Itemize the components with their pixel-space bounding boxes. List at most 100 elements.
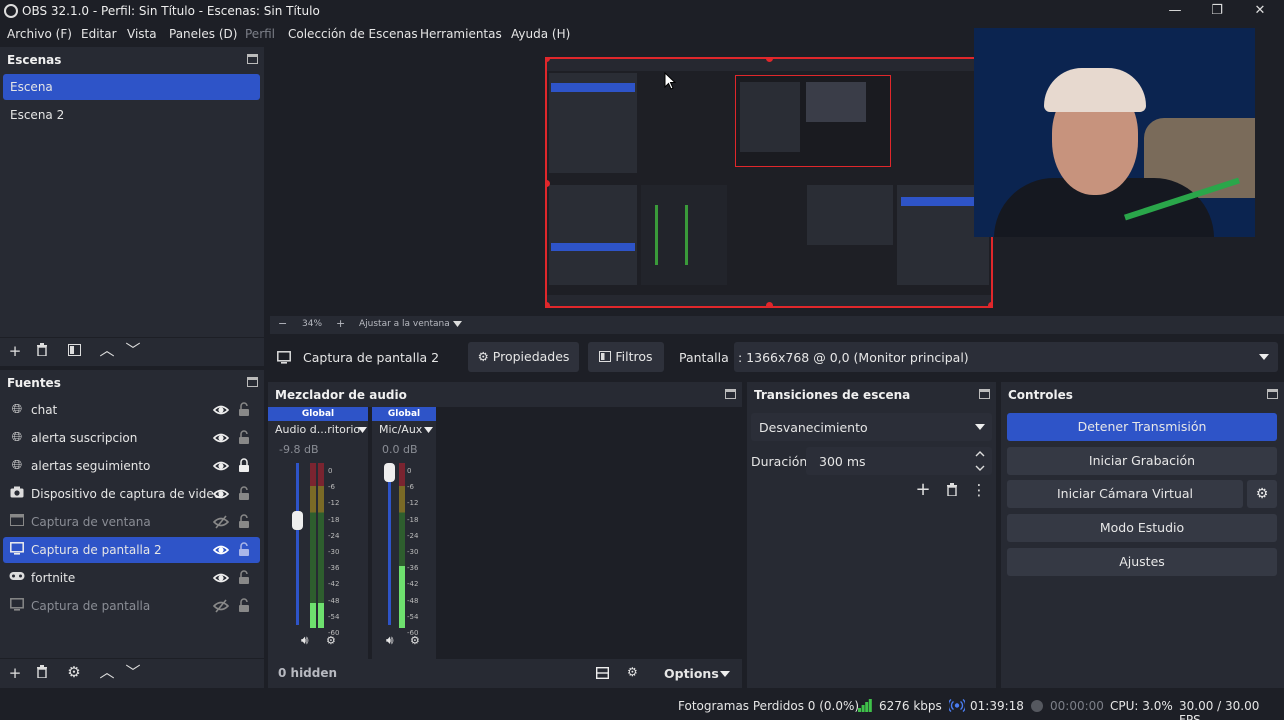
chevron-down-icon[interactable]: [975, 465, 985, 471]
eye-hidden-icon[interactable]: [213, 599, 229, 613]
float-dock-icon[interactable]: [979, 389, 990, 399]
mixer-settings-icon[interactable]: ⚙: [326, 634, 336, 647]
chevron-down-icon[interactable]: [453, 321, 462, 327]
properties-button[interactable]: ⚙ Propiedades: [468, 342, 579, 372]
locked-icon[interactable]: [238, 458, 250, 473]
source-row-alerta-suscripcion[interactable]: 🌐︎ alerta suscripcion: [3, 425, 260, 451]
unlocked-icon[interactable]: [238, 514, 250, 529]
unlocked-icon[interactable]: [238, 486, 250, 501]
menu-paneles[interactable]: Paneles (D): [169, 27, 237, 41]
chevron-down-icon[interactable]: [358, 427, 367, 433]
minimize-button[interactable]: —: [1160, 2, 1190, 20]
float-dock-icon[interactable]: [725, 389, 736, 399]
maximize-button[interactable]: ❐: [1202, 2, 1232, 20]
webcam-feed[interactable]: [974, 28, 1255, 237]
advanced-audio-gear-icon[interactable]: ⚙: [627, 665, 638, 679]
eye-icon[interactable]: [213, 459, 229, 473]
settings-button[interactable]: Ajustes: [1007, 548, 1277, 576]
remove-transition-icon[interactable]: [942, 483, 962, 499]
remove-scene-icon[interactable]: [32, 343, 52, 359]
fit-to-window-dropdown[interactable]: Ajustar a la ventana: [359, 319, 450, 329]
move-scene-down-icon[interactable]: ﹀: [123, 342, 143, 358]
duration-spinbox[interactable]: 300 ms: [806, 447, 992, 475]
unlocked-icon[interactable]: [238, 402, 250, 417]
source-row-captura-pantalla-2[interactable]: Captura de pantalla 2: [3, 537, 260, 563]
filters-button[interactable]: Filtros: [588, 342, 664, 372]
speaker-icon[interactable]: 🔊︎: [301, 633, 309, 648]
channel-name[interactable]: Mic/Aux: [379, 423, 422, 436]
unlocked-icon[interactable]: [238, 542, 250, 557]
transition-more-icon[interactable]: ⋮: [969, 482, 989, 498]
display-select[interactable]: : 1366x768 @ 0,0 (Monitor principal): [734, 342, 1278, 372]
source-row-dispositivo-captura-video[interactable]: Dispositivo de captura de video: [3, 481, 260, 507]
start-recording-button[interactable]: Iniciar Grabación: [1007, 447, 1277, 475]
preview-screen-capture[interactable]: [545, 57, 993, 308]
transition-select[interactable]: Desvanecimiento: [751, 413, 992, 441]
layout-toggle-icon[interactable]: [596, 667, 609, 679]
db-scale: 0 -6 -12 -18 -24 -30 -36 -42 -48 -54 -60: [328, 467, 340, 638]
remove-source-icon[interactable]: [32, 665, 52, 681]
unlocked-icon[interactable]: [238, 598, 250, 613]
virtual-camera-settings-gear-icon[interactable]: ⚙: [1247, 480, 1277, 508]
volume-slider-track[interactable]: [388, 463, 391, 625]
unlocked-icon[interactable]: [238, 430, 250, 445]
channel-name[interactable]: Audio d...ritorio: [275, 423, 360, 436]
chevron-up-icon[interactable]: [975, 451, 985, 457]
global-tag: Global: [268, 407, 368, 421]
float-dock-icon[interactable]: [247, 377, 258, 387]
menu-editar[interactable]: Editar: [81, 27, 117, 41]
eye-icon[interactable]: [213, 543, 229, 557]
scene-item-escena[interactable]: Escena: [3, 74, 260, 100]
move-source-up-icon[interactable]: ︿: [97, 664, 117, 680]
add-scene-icon[interactable]: +: [5, 343, 25, 359]
resize-handle[interactable]: [766, 302, 773, 306]
chevron-down-icon[interactable]: [424, 427, 433, 433]
eye-icon[interactable]: [213, 571, 229, 585]
zoom-in-button[interactable]: +: [336, 317, 345, 330]
recording-indicator-icon: [1031, 700, 1043, 712]
speaker-icon[interactable]: 🔊︎: [386, 633, 394, 648]
menu-coleccion-escenas[interactable]: Colección de Escenas: [288, 27, 418, 41]
stop-streaming-button[interactable]: Detener Transmisión: [1007, 413, 1277, 441]
scene-item-escena-2[interactable]: Escena 2: [3, 102, 260, 128]
source-row-fortnite[interactable]: fortnite: [3, 565, 260, 591]
menu-ayuda[interactable]: Ayuda (H): [511, 27, 570, 41]
add-transition-icon[interactable]: +: [913, 481, 933, 499]
scene-filters-icon[interactable]: [64, 343, 84, 359]
menu-perfil[interactable]: Perfil: [245, 27, 275, 41]
source-properties-gear-icon[interactable]: ⚙: [64, 664, 84, 680]
title-bar: OBS 32.1.0 - Perfil: Sin Título - Escena…: [0, 0, 1284, 22]
float-dock-icon[interactable]: [1267, 389, 1278, 399]
source-label: alerta suscripcion: [31, 431, 138, 445]
add-source-icon[interactable]: +: [5, 665, 25, 681]
source-row-captura-ventana[interactable]: Captura de ventana: [3, 509, 260, 535]
source-row-captura-pantalla[interactable]: Captura de pantalla: [3, 593, 260, 619]
mixer-settings-icon[interactable]: ⚙: [410, 634, 420, 647]
volume-slider-handle[interactable]: [292, 511, 303, 530]
menu-herramientas[interactable]: Herramientas: [420, 27, 502, 41]
source-row-alertas-seguimiento[interactable]: 🌐︎ alertas seguimiento: [3, 453, 260, 479]
eye-icon[interactable]: [213, 403, 229, 417]
eye-icon[interactable]: [213, 431, 229, 445]
menu-vista[interactable]: Vista: [127, 27, 157, 41]
close-button[interactable]: ✕: [1245, 2, 1275, 20]
volume-slider-track[interactable]: [296, 463, 299, 625]
float-dock-icon[interactable]: [247, 54, 258, 64]
unlocked-icon[interactable]: [238, 570, 250, 585]
source-row-chat[interactable]: 🌐︎ chat: [3, 397, 260, 423]
resize-handle[interactable]: [988, 302, 991, 306]
eye-hidden-icon[interactable]: [213, 515, 229, 529]
eye-icon[interactable]: [213, 487, 229, 501]
options-dropdown[interactable]: Options: [664, 666, 719, 681]
volume-slider-handle[interactable]: [384, 463, 395, 482]
source-label: alertas seguimiento: [31, 459, 151, 473]
zoom-out-button[interactable]: −: [278, 317, 287, 330]
move-source-down-icon[interactable]: ﹀: [123, 664, 143, 680]
move-scene-up-icon[interactable]: ︿: [97, 342, 117, 358]
chevron-down-icon[interactable]: [720, 671, 730, 677]
studio-mode-button[interactable]: Modo Estudio: [1007, 514, 1277, 542]
menu-archivo[interactable]: Archivo (F): [7, 27, 72, 41]
gamepad-icon: [9, 570, 25, 586]
start-virtual-camera-button[interactable]: Iniciar Cámara Virtual: [1007, 480, 1243, 508]
resize-handle[interactable]: [547, 302, 550, 306]
